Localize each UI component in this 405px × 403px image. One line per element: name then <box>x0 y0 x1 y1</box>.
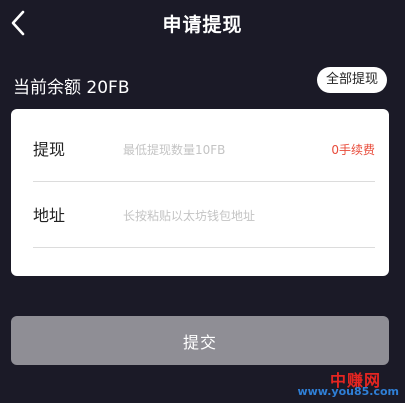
address-field-row: 地址 <box>33 184 375 248</box>
withdraw-form-card: 提现 0手续费 地址 <box>11 109 389 276</box>
watermark-url: www.you85.com <box>297 385 399 398</box>
address-input[interactable] <box>123 205 313 227</box>
page-title: 申请提现 <box>162 14 243 36</box>
amount-input[interactable] <box>123 139 313 161</box>
balance-text: 当前余额 20FB <box>13 78 130 98</box>
amount-field-row: 提现 0手续费 <box>33 118 375 182</box>
fee-text: 0手续费 <box>331 143 375 157</box>
amount-label: 提现 <box>33 140 66 159</box>
submit-button[interactable]: 提交 <box>11 316 389 365</box>
watermark: 中赚网 www.you85.com <box>297 367 401 401</box>
nav-bar: 申请提现 <box>0 0 405 46</box>
withdraw-all-button[interactable]: 全部提现 <box>316 67 387 93</box>
balance-row: 当前余额 20FB 全部提现 <box>0 64 405 98</box>
address-label: 地址 <box>33 206 66 225</box>
